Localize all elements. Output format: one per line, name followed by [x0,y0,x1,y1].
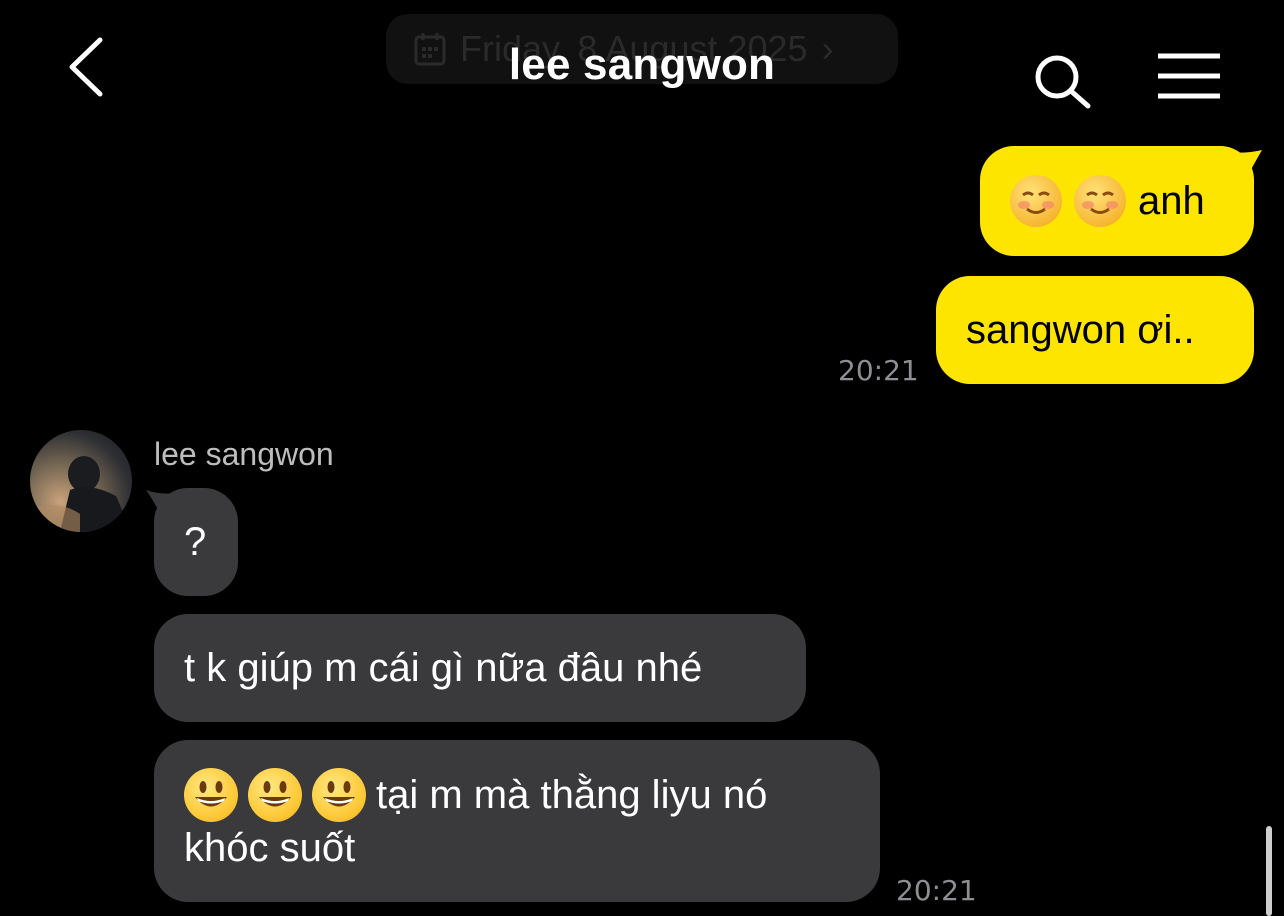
avatar[interactable] [30,430,132,532]
search-icon[interactable] [1030,50,1096,110]
smiling-face-emoji [1010,175,1062,227]
outgoing-message-1[interactable]: anh [980,146,1254,256]
incoming-message-3[interactable]: tại m mà thằng liyu nó khóc suốt [154,740,880,902]
timestamp: 20:21 [838,354,919,387]
grinning-face-emoji [248,768,302,822]
message-line-1: tại m mà thằng liyu nó [184,768,767,822]
incoming-message-1[interactable]: ? [154,488,238,596]
message-text: anh [1138,179,1205,223]
hamburger-menu-icon[interactable] [1154,52,1224,102]
grinning-face-emoji [312,768,366,822]
incoming-message-2[interactable]: t k giúp m cái gì nữa đâu nhé [154,614,806,722]
back-chevron-icon[interactable] [62,34,114,100]
avatar-photo [30,456,132,532]
timestamp: 20:21 [896,874,977,907]
message-text: t k giúp m cái gì nữa đâu nhé [184,646,703,690]
smiling-face-emoji [1074,175,1126,227]
scrollbar[interactable] [1266,826,1272,916]
message-text: ? [184,520,207,564]
message-text: sangwon ơi.. [966,308,1195,352]
message-line-2: khóc suốt [184,826,356,870]
grinning-face-emoji [184,768,238,822]
chat-screen: Friday, 8 August 2025 › lee sangwon anh … [0,0,1284,916]
outgoing-message-2[interactable]: sangwon ơi.. [936,276,1254,384]
sender-name: lee sangwon [154,436,334,472]
message-text: tại m mà thằng liyu nó [376,773,768,817]
